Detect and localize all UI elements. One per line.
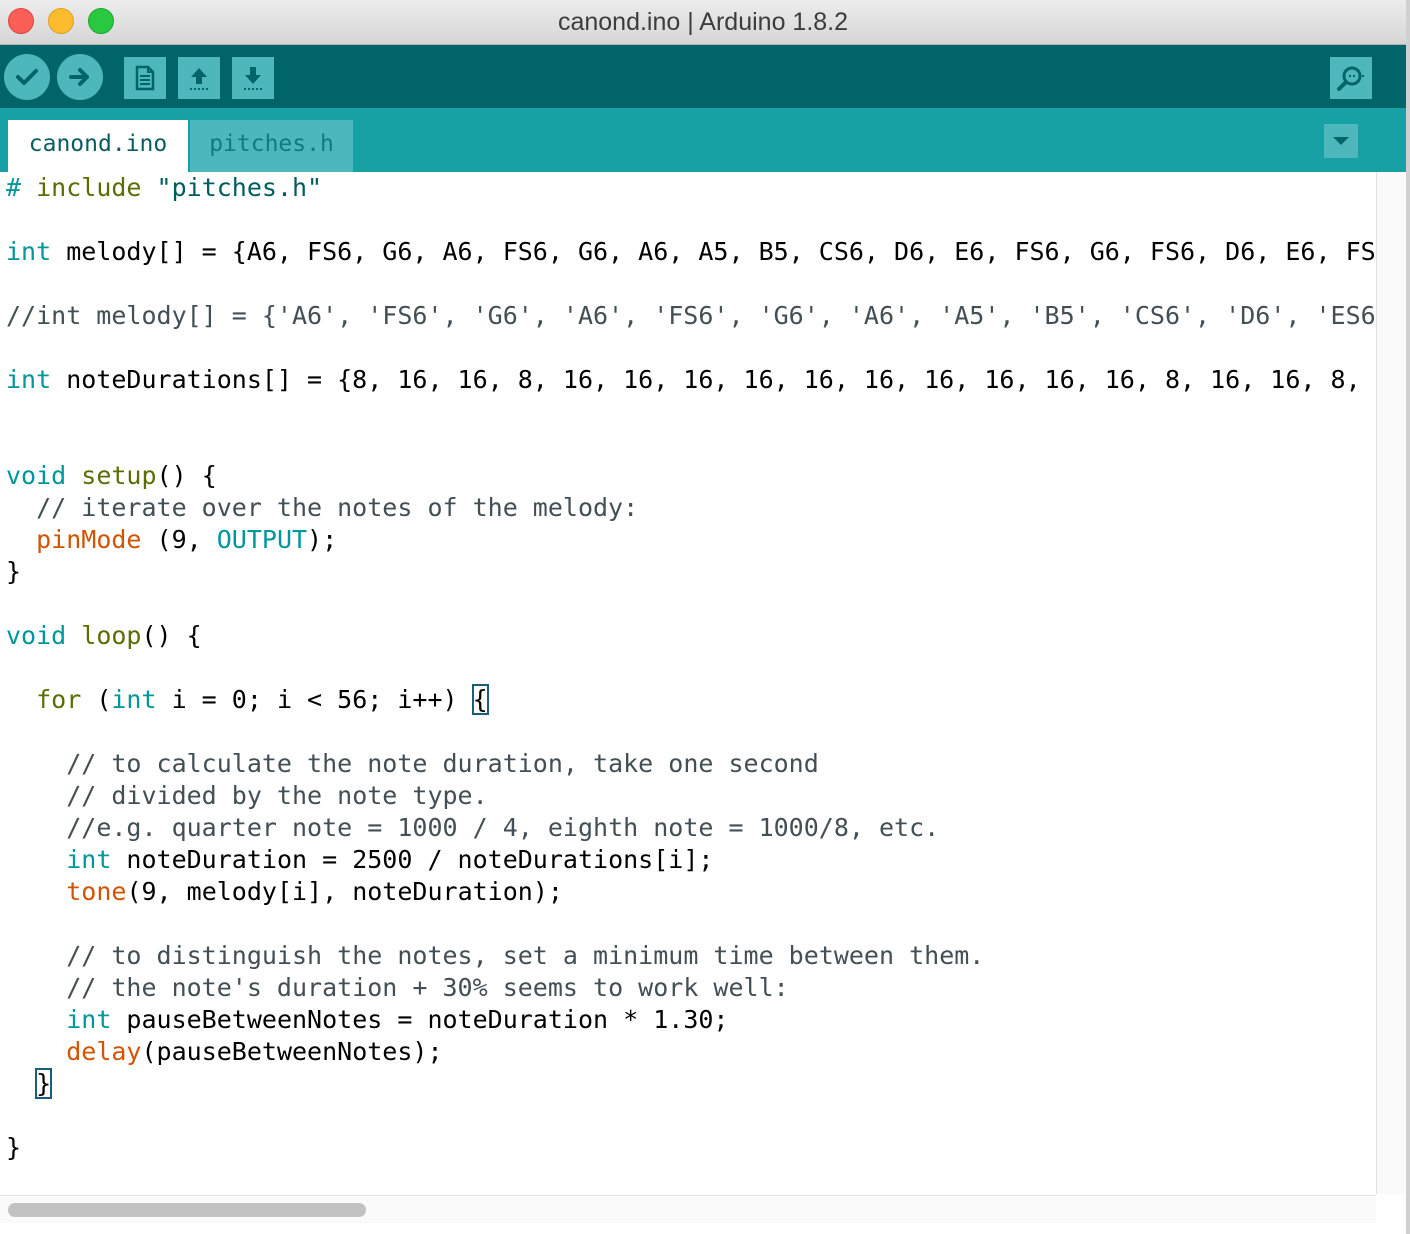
checkmark-icon [16, 69, 38, 85]
code-line: include [36, 173, 142, 202]
code-text: # include "pitches.h" int melody[] = {A6… [6, 173, 1376, 1162]
vertical-scrollbar[interactable] [1376, 172, 1407, 1194]
code-line: "pitches.h" [156, 173, 323, 202]
code-line: # [6, 173, 22, 202]
toolbar [0, 45, 1406, 108]
document-icon [135, 65, 155, 91]
serial-monitor-button[interactable] [1330, 57, 1372, 99]
chevron-down-icon [1333, 137, 1349, 145]
new-sketch-button[interactable] [124, 57, 166, 99]
tab-pitches-h[interactable]: pitches.h [190, 120, 353, 172]
window-title: canond.ino | Arduino 1.8.2 [557, 8, 849, 36]
tab-canond-ino[interactable]: canond.ino [8, 120, 188, 172]
tab-strip: canond.ino pitches.h [0, 108, 1406, 172]
horizontal-scroll-thumb[interactable] [8, 1203, 366, 1217]
tab-menu-button[interactable] [1324, 124, 1358, 158]
save-sketch-button[interactable] [232, 57, 274, 99]
console-divider[interactable] [0, 1223, 1406, 1234]
code-editor[interactable]: # include "pitches.h" int melody[] = {A6… [0, 172, 1376, 1194]
verify-button[interactable] [4, 54, 50, 100]
upload-button[interactable] [57, 54, 103, 100]
title-bar: canond.ino | Arduino 1.8.2 [0, 0, 1406, 45]
open-sketch-button[interactable] [178, 57, 220, 99]
arrow-up-icon [190, 68, 208, 90]
magnifier-icon [1337, 66, 1366, 91]
horizontal-scrollbar[interactable] [0, 1195, 1376, 1224]
arrow-down-icon [244, 67, 262, 90]
window-edge [1406, 0, 1410, 1234]
arrow-right-icon [69, 68, 89, 86]
